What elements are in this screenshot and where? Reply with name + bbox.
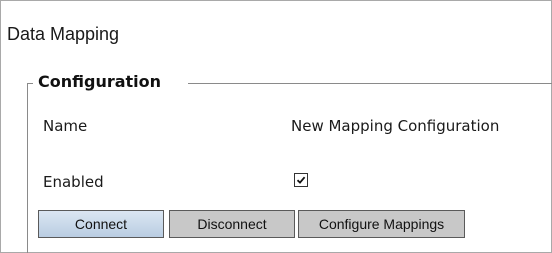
enabled-label: Enabled xyxy=(43,173,104,191)
check-icon xyxy=(296,176,306,184)
disconnect-button[interactable]: Disconnect xyxy=(169,210,295,238)
name-value: New Mapping Configuration xyxy=(291,117,500,135)
name-label: Name xyxy=(43,117,88,135)
configure-mappings-button[interactable]: Configure Mappings xyxy=(298,210,465,238)
fieldset-border-top-right xyxy=(188,83,552,84)
enabled-checkbox[interactable] xyxy=(294,173,308,187)
panel-title: Data Mapping xyxy=(7,24,120,44)
fieldset-border-left xyxy=(27,83,28,253)
data-mapping-panel: Data Mapping Configuration Name New Mapp… xyxy=(0,0,552,253)
configuration-legend: Configuration xyxy=(36,72,164,91)
connect-button[interactable]: Connect xyxy=(38,210,164,238)
